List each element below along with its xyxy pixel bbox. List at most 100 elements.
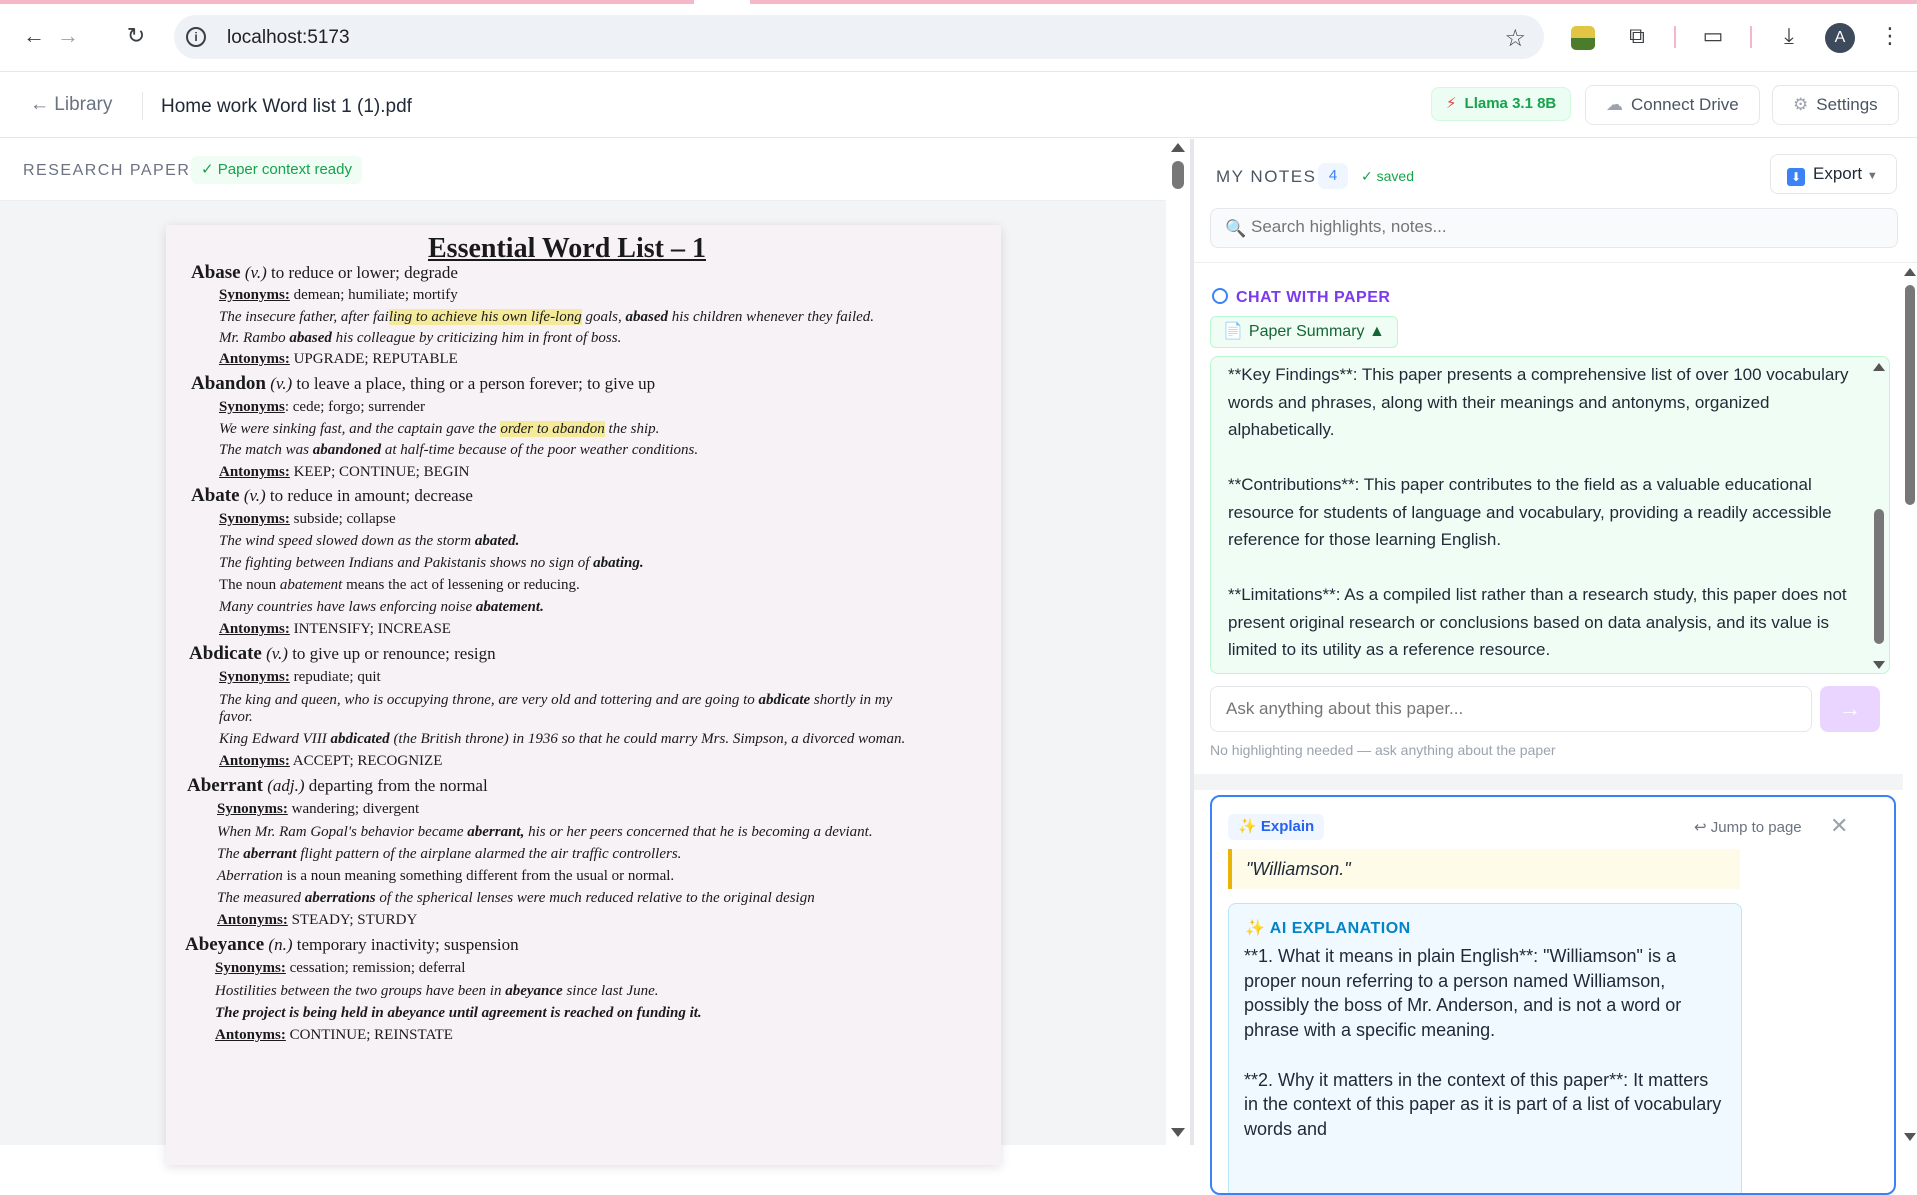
synonyms-label: Synonyms: [219, 669, 290, 685]
scroll-down-icon[interactable] [1873, 661, 1885, 669]
ex-part: since last June. [566, 983, 659, 999]
notes-scrollbar[interactable] [1903, 264, 1917, 1145]
entry-pos: (v.) [270, 374, 293, 393]
close-icon[interactable]: ✕ [1830, 813, 1848, 839]
ask-paper-input[interactable] [1210, 686, 1812, 732]
example-line: The wind speed slowed down as the storm … [219, 533, 519, 550]
my-notes-label: MY NOTES [1216, 167, 1317, 186]
ex-part: his or her peers concerned that he is be… [528, 824, 873, 840]
ex-part: his children whenever they failed. [671, 309, 875, 325]
jump-label: Jump to page [1710, 819, 1802, 836]
paper-viewer: RESEARCH PAPER ✓ Paper context ready Ess… [0, 139, 1190, 1165]
antonyms-text: KEEP; CONTINUE; BEGIN [293, 464, 470, 480]
synonyms-line: Synonyms: wandering; divergent [217, 801, 419, 818]
jump-to-page-link[interactable]: ↩ Jump to page [1694, 818, 1802, 836]
antonyms-label: Antonyms: [219, 753, 290, 769]
entry-def: to reduce in amount; decrease [269, 486, 473, 505]
ex-bold: until agreement is reached on funding it… [448, 1005, 702, 1021]
ex-part: is a noun meaning something different fr… [286, 868, 675, 884]
extensions-puzzle-icon[interactable]: ⧉ [1623, 22, 1651, 50]
ex-part: The noun [219, 577, 277, 593]
antonyms-line: Antonyms: CONTINUE; REINSTATE [215, 1027, 453, 1044]
note-card[interactable]: ✨ Explain ↩ Jump to page ✕ "Williamson."… [1210, 795, 1896, 1195]
ex-part: at half-time because of the poor weather… [384, 442, 699, 458]
scroll-up-icon[interactable] [1904, 268, 1916, 276]
send-button[interactable]: → [1820, 686, 1880, 732]
forward-arrow-icon[interactable]: → [54, 22, 82, 50]
browser-toolbar: ← → ↻ i localhost:5173 ☆ ⧉ ▭ ⤓ A ⋮ [0, 0, 1917, 72]
antonyms-label: Antonyms: [215, 1027, 286, 1043]
summary-box[interactable]: **Key Findings**: This paper presents a … [1210, 356, 1890, 674]
ex-bold: abatement. [475, 599, 544, 615]
summary-scrollbar[interactable] [1871, 359, 1887, 671]
ex-part: Aberration [217, 868, 283, 884]
antonyms-label: Antonyms: [219, 621, 290, 637]
notes-search[interactable]: 🔍 [1210, 208, 1898, 248]
summary-toggle-label: Paper Summary ▲ [1248, 323, 1385, 340]
scroll-thumb[interactable] [1874, 509, 1884, 644]
ex-italic: abatement [279, 577, 343, 593]
reload-icon[interactable]: ↻ [122, 22, 150, 50]
example-line: The aberrant flight pattern of the airpl… [217, 846, 681, 863]
pdf-page[interactable]: Essential Word List – 1 Abase (v.) to re… [166, 225, 1001, 1165]
notes-search-input[interactable] [1251, 217, 1881, 237]
back-to-library-link[interactable]: ← Library [30, 94, 112, 116]
scroll-down-icon[interactable] [1904, 1133, 1916, 1141]
antonyms-line: Antonyms: KEEP; CONTINUE; BEGIN [219, 464, 469, 481]
chat-title: CHAT WITH PAPER [1212, 288, 1390, 307]
entry-pos: (n.) [268, 935, 293, 954]
synonyms-line: Synonyms: cede; forgo; surrender [219, 399, 425, 416]
ex-part: The [217, 846, 240, 862]
search-icon: 🔍 [1225, 219, 1247, 238]
scroll-up-icon[interactable] [1873, 363, 1885, 371]
document-title: Home work Word list 1 (1).pdf [161, 96, 412, 117]
browser-menu-icon[interactable]: ⋮ [1876, 22, 1904, 50]
scroll-up-icon[interactable] [1171, 143, 1185, 152]
highlight-span: order to abandon [500, 421, 605, 437]
cloud-icon: ☁ [1606, 95, 1623, 114]
export-button[interactable]: ⬇ Export ▼ [1770, 154, 1897, 194]
example-line: Mr. Rambo abased his colleague by critic… [219, 330, 621, 347]
synonyms-label: Synonyms [219, 399, 285, 415]
synonyms-label: Synonyms: [217, 801, 288, 817]
entry-heading: Abate (v.) to reduce in amount; decrease [191, 485, 473, 507]
ex-part: When Mr. Ram Gopal's behavior became [217, 824, 464, 840]
ex-part: The match was [219, 442, 309, 458]
cast-search-icon[interactable]: ▭ [1699, 22, 1727, 50]
ex-bold: aberrations [304, 890, 376, 906]
entry-pos: (v.) [243, 486, 266, 505]
ex-part: flight pattern of the airplane alarmed t… [300, 846, 682, 862]
ex-bold: aberrant, [467, 824, 525, 840]
bolt-icon: ⚡ [1446, 95, 1457, 112]
example-line: The match was abandoned at half-time bec… [219, 442, 698, 459]
address-bar[interactable]: i localhost:5173 ☆ [174, 15, 1544, 59]
site-info-icon[interactable]: i [186, 27, 206, 47]
model-badge[interactable]: ⚡ Llama 3.1 8B [1431, 87, 1572, 121]
entry-def: to reduce or lower; degrade [270, 263, 458, 282]
download-icon[interactable]: ⤓ [1775, 22, 1803, 50]
back-arrow-icon[interactable]: ← [20, 22, 48, 50]
example-line: The fighting between Indians and Pakista… [219, 555, 644, 572]
export-label: Export [1813, 164, 1863, 183]
bookmark-star-icon[interactable]: ☆ [1504, 24, 1526, 53]
paper-scrollbar[interactable] [1166, 139, 1190, 1145]
example-line: Aberration is a noun meaning something d… [217, 868, 674, 885]
example-line: The insecure father, after failing to ac… [219, 309, 874, 326]
synonyms-line: Synonyms: repudiate; quit [219, 669, 381, 686]
profile-avatar[interactable]: A [1825, 23, 1855, 53]
url-text[interactable]: localhost:5173 [227, 27, 350, 49]
connect-drive-button[interactable]: ☁ Connect Drive [1585, 85, 1760, 125]
entry-def: departing from the normal [308, 776, 488, 795]
antonyms-text: CONTINUE; REINSTATE [289, 1027, 453, 1043]
antonyms-text: UPGRADE; REPUTABLE [293, 351, 458, 367]
scroll-down-icon[interactable] [1171, 1128, 1185, 1137]
settings-button[interactable]: ⚙ Settings [1772, 85, 1899, 125]
caret-down-icon: ▼ [1866, 170, 1878, 182]
extension-icon[interactable] [1571, 26, 1595, 50]
example-line: The noun abatement means the act of less… [219, 577, 580, 594]
paper-summary-toggle[interactable]: 📄 Paper Summary ▲ [1210, 316, 1398, 348]
scroll-thumb[interactable] [1172, 161, 1184, 189]
synonyms-line: Synonyms: cessation; remission; deferral [215, 960, 465, 977]
scroll-thumb[interactable] [1905, 285, 1915, 505]
ex-bold: abdicated [330, 731, 390, 747]
